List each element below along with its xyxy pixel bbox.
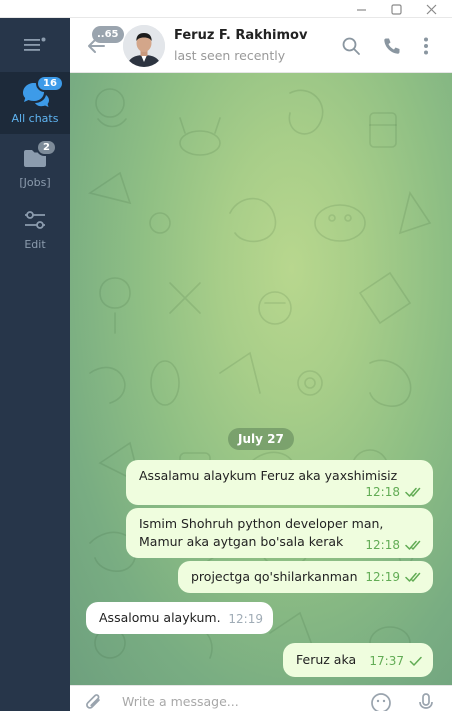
microphone-icon xyxy=(419,693,433,709)
message-time: 12:18 xyxy=(365,538,400,552)
message-bubble-outgoing[interactable]: Assalamu alaykum Feruz aka yaxshimisiz 1… xyxy=(126,460,433,505)
contact-name[interactable]: Feruz F. Rakhimov xyxy=(174,28,307,43)
maximize-button[interactable] xyxy=(379,0,413,18)
date-separator: July 27 xyxy=(228,428,294,450)
message-text: Ismim Shohruh python developer man, Mamu… xyxy=(139,516,384,549)
message-bubble-outgoing[interactable]: Ismim Shohruh python developer man, Mamu… xyxy=(126,508,433,558)
double-check-icon xyxy=(405,540,421,550)
more-vertical-icon xyxy=(424,37,428,55)
search-icon xyxy=(342,37,360,55)
unread-badge: 16 xyxy=(36,75,64,92)
wallpaper-doodle-pattern xyxy=(88,88,432,660)
phone-icon xyxy=(384,38,400,54)
contact-status: last seen recently xyxy=(174,48,286,63)
message-composer xyxy=(70,685,452,711)
minimize-button[interactable] xyxy=(344,0,378,18)
message-text: Feruz aka xyxy=(296,652,357,667)
message-input[interactable] xyxy=(122,692,362,710)
folder-edit[interactable]: Edit xyxy=(0,198,70,260)
single-check-icon xyxy=(409,656,422,666)
close-icon xyxy=(426,4,436,14)
unread-counter-badge: ..65 xyxy=(92,26,124,43)
folder-label: [Jobs] xyxy=(19,176,51,189)
double-check-icon xyxy=(405,487,421,497)
window-titlebar xyxy=(0,0,452,18)
message-bubble-outgoing[interactable]: Feruz aka 17:37 xyxy=(283,643,433,677)
voice-message-button[interactable] xyxy=(414,692,438,711)
emoji-button[interactable] xyxy=(369,692,393,711)
avatar[interactable] xyxy=(123,25,165,67)
message-time: 12:18 xyxy=(365,485,400,499)
message-text: projectga qo'shilarkanman xyxy=(191,569,358,584)
sliders-icon xyxy=(25,211,45,229)
folder-label: All chats xyxy=(11,112,59,125)
message-text: Assalamu alaykum Feruz aka yaxshimisiz xyxy=(139,468,398,483)
search-button[interactable] xyxy=(339,34,363,58)
folder-jobs[interactable]: 2 [Jobs] xyxy=(0,136,70,198)
message-bubble-incoming[interactable]: Assalomu alaykum. 12:19 xyxy=(86,602,273,634)
messages-area[interactable]: July 27 Assalamu alaykum Feruz aka yaxsh… xyxy=(70,73,452,685)
message-text: Assalomu alaykum. xyxy=(99,610,221,625)
maximize-icon xyxy=(390,3,402,15)
message-bubble-outgoing[interactable]: projectga qo'shilarkanman 12:19 xyxy=(178,561,433,593)
message-time: 17:37 xyxy=(369,654,404,668)
message-time: 12:19 xyxy=(365,570,400,584)
folder-label: Edit xyxy=(24,238,46,251)
attach-button[interactable] xyxy=(82,692,106,711)
double-check-icon xyxy=(405,572,421,582)
emoji-icon xyxy=(371,693,391,711)
chat-header: ..65 Feruz F. Rakhimov last seen recentl… xyxy=(70,18,452,73)
unread-badge: 2 xyxy=(36,139,57,156)
attach-icon xyxy=(86,694,100,709)
message-time: 12:19 xyxy=(228,612,263,626)
main-menu-button[interactable] xyxy=(0,18,70,72)
hamburger-menu-icon xyxy=(24,37,46,51)
call-button[interactable] xyxy=(380,34,404,58)
minimize-icon xyxy=(356,8,366,11)
more-button[interactable] xyxy=(414,34,438,58)
folder-sidebar: 16 All chats 2 [Jobs] Edit xyxy=(0,18,70,711)
close-button[interactable] xyxy=(414,0,448,18)
folder-all-chats[interactable]: 16 All chats xyxy=(0,72,70,134)
